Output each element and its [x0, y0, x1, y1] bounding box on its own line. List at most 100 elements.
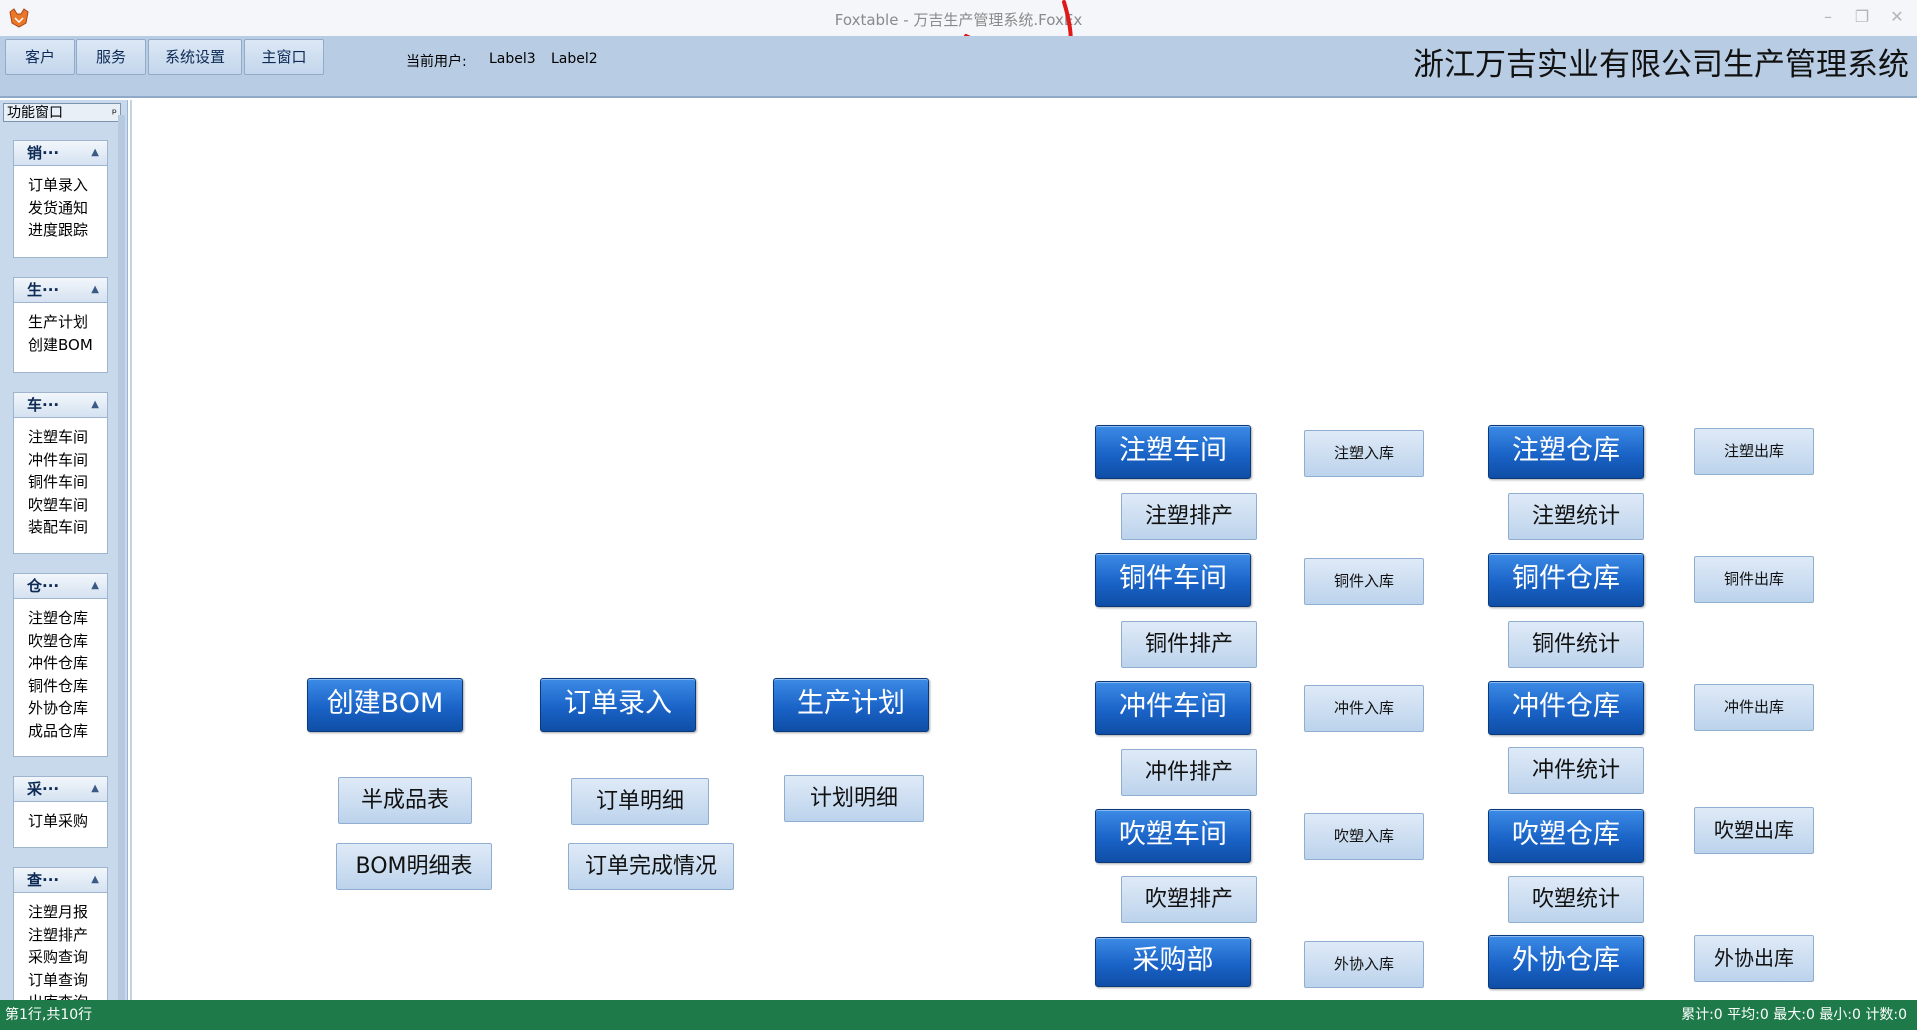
outsource-inbound-button[interactable]: 外协入库 — [1304, 941, 1424, 988]
group-query-title: 查··· — [27, 871, 60, 889]
app-window: Foxtable - 万吉生产管理系统.FoxEx – ❐ ✕ 客户 服务 系统… — [0, 0, 1917, 1030]
group-sales: 销··· ▲ 订单录入 发货通知 进度跟踪 — [13, 140, 108, 258]
nav-item-injection-schedule[interactable]: 注塑排产 — [28, 924, 107, 947]
order-detail-button[interactable]: 订单明细 — [571, 778, 709, 825]
nav-item-purchase-query[interactable]: 采购查询 — [28, 946, 107, 969]
stamping-outbound-button[interactable]: 冲件出库 — [1694, 684, 1814, 731]
nav-item-copper-warehouse[interactable]: 铜件仓库 — [28, 675, 107, 698]
nav-item-injection-monthly[interactable]: 注塑月报 — [28, 901, 107, 924]
create-bom-button[interactable]: 创建BOM — [307, 678, 463, 732]
blow-stats-button[interactable]: 吹塑统计 — [1508, 876, 1644, 923]
order-entry-button[interactable]: 订单录入 — [540, 678, 696, 732]
label3-text: Label3 — [489, 51, 536, 67]
blow-warehouse-button[interactable]: 吹塑仓库 — [1488, 809, 1644, 863]
collapse-caret-icon[interactable]: ▲ — [91, 868, 99, 892]
injection-inbound-button[interactable]: 注塑入库 — [1304, 430, 1424, 477]
panel-scroll-thumb[interactable] — [118, 115, 125, 1000]
nav-item-blow-workshop[interactable]: 吹塑车间 — [28, 494, 107, 517]
group-production: 生··· ▲ 生产计划 创建BOM — [13, 277, 108, 373]
title-bar: Foxtable - 万吉生产管理系统.FoxEx – ❐ ✕ — [0, 0, 1917, 50]
blow-workshop-button[interactable]: 吹塑车间 — [1095, 809, 1251, 863]
nav-item-injection-warehouse[interactable]: 注塑仓库 — [28, 607, 107, 630]
nav-item-copper-workshop[interactable]: 铜件车间 — [28, 471, 107, 494]
injection-warehouse-button[interactable]: 注塑仓库 — [1488, 425, 1644, 479]
production-plan-button[interactable]: 生产计划 — [773, 678, 929, 732]
nav-item-stamping-warehouse[interactable]: 冲件仓库 — [28, 652, 107, 675]
stamping-workshop-button[interactable]: 冲件车间 — [1095, 681, 1251, 735]
collapse-caret-icon[interactable]: ▲ — [91, 278, 99, 302]
group-purchase-header[interactable]: 采··· ▲ — [14, 777, 107, 802]
nav-item-order-entry[interactable]: 订单录入 — [28, 174, 107, 197]
copper-outbound-button[interactable]: 铜件出库 — [1694, 556, 1814, 603]
nav-item-blow-warehouse[interactable]: 吹塑仓库 — [28, 630, 107, 653]
stamping-warehouse-button[interactable]: 冲件仓库 — [1488, 681, 1644, 735]
nav-item-progress-tracking[interactable]: 进度跟踪 — [28, 219, 107, 242]
group-workshop: 车··· ▲ 注塑车间 冲件车间 铜件车间 吹塑车间 装配车间 — [13, 392, 108, 554]
company-title: 浙江万吉实业有限公司生产管理系统 — [1413, 47, 1909, 83]
blow-outbound-button[interactable]: 吹塑出库 — [1694, 807, 1814, 854]
close-button[interactable]: ✕ — [1884, 6, 1910, 28]
copper-schedule-button[interactable]: 铜件排产 — [1121, 621, 1257, 668]
nav-item-finished-warehouse[interactable]: 成品仓库 — [28, 720, 107, 743]
group-query: 查··· ▲ 注塑月报 注塑排产 采购查询 订单查询 出库查询 — [13, 867, 108, 1002]
copper-inbound-button[interactable]: 铜件入库 — [1304, 558, 1424, 605]
service-button[interactable]: 服务 — [76, 39, 146, 75]
nav-item-assembly-workshop[interactable]: 装配车间 — [28, 516, 107, 539]
collapse-caret-icon[interactable]: ▲ — [91, 393, 99, 417]
window-title: Foxtable - 万吉生产管理系统.FoxEx — [834, 11, 1083, 29]
row-status: 第1行,共10行 — [5, 1007, 93, 1023]
copper-workshop-button[interactable]: 铜件车间 — [1095, 553, 1251, 607]
system-settings-button[interactable]: 系统设置 — [148, 39, 242, 75]
nav-item-order-purchase[interactable]: 订单采购 — [28, 810, 107, 833]
injection-schedule-button[interactable]: 注塑排产 — [1121, 493, 1257, 540]
copper-stats-button[interactable]: 铜件统计 — [1508, 621, 1644, 668]
nav-item-production-plan[interactable]: 生产计划 — [28, 311, 107, 334]
blow-inbound-button[interactable]: 吹塑入库 — [1304, 813, 1424, 860]
panel-scrollbar[interactable] — [118, 115, 125, 1000]
semi-product-table-button[interactable]: 半成品表 — [338, 777, 472, 824]
restore-button[interactable]: ❐ — [1849, 6, 1875, 28]
injection-workshop-button[interactable]: 注塑车间 — [1095, 425, 1251, 479]
purchase-dept-button[interactable]: 采购部 — [1095, 937, 1251, 987]
group-purchase: 采··· ▲ 订单采购 — [13, 776, 108, 848]
collapse-caret-icon[interactable]: ▲ — [91, 141, 99, 165]
stamping-inbound-button[interactable]: 冲件入库 — [1304, 685, 1424, 732]
function-panel: 功能窗口 ᵖ 销··· ▲ 订单录入 发货通知 进度跟踪 生··· ▲ 生产计划 创… — [0, 100, 128, 1002]
blow-schedule-button[interactable]: 吹塑排产 — [1121, 876, 1257, 923]
nav-item-create-bom[interactable]: 创建BOM — [28, 334, 107, 357]
plan-detail-button[interactable]: 计划明细 — [784, 775, 924, 822]
function-panel-header: 功能窗口 ᵖ — [3, 103, 121, 122]
current-user-label: 当前用户: — [406, 54, 467, 70]
minimize-button[interactable]: – — [1815, 6, 1841, 28]
nav-item-stamping-workshop[interactable]: 冲件车间 — [28, 449, 107, 472]
injection-outbound-button[interactable]: 注塑出库 — [1694, 428, 1814, 475]
order-completion-button[interactable]: 订单完成情况 — [568, 843, 734, 890]
customer-button[interactable]: 客户 — [5, 39, 75, 75]
stamping-stats-button[interactable]: 冲件统计 — [1508, 747, 1644, 794]
group-warehouse-title: 仓··· — [27, 577, 60, 595]
group-purchase-title: 采··· — [27, 780, 60, 798]
group-sales-title: 销··· — [27, 144, 60, 162]
group-production-header[interactable]: 生··· ▲ — [14, 278, 107, 303]
nav-item-ship-notice[interactable]: 发货通知 — [28, 197, 107, 220]
pin-icon[interactable]: ᵖ — [112, 104, 117, 123]
group-query-header[interactable]: 查··· ▲ — [14, 868, 107, 893]
copper-warehouse-button[interactable]: 铜件仓库 — [1488, 553, 1644, 607]
nav-item-order-query[interactable]: 订单查询 — [28, 969, 107, 992]
group-sales-header[interactable]: 销··· ▲ — [14, 141, 107, 166]
group-warehouse-header[interactable]: 仓··· ▲ — [14, 574, 107, 599]
group-warehouse: 仓··· ▲ 注塑仓库 吹塑仓库 冲件仓库 铜件仓库 外协仓库 成品仓库 — [13, 573, 108, 757]
collapse-caret-icon[interactable]: ▲ — [91, 574, 99, 598]
group-workshop-title: 车··· — [27, 396, 60, 414]
label2-text: Label2 — [551, 51, 598, 67]
stamping-schedule-button[interactable]: 冲件排产 — [1121, 749, 1257, 796]
bom-detail-button[interactable]: BOM明细表 — [336, 843, 492, 890]
group-workshop-header[interactable]: 车··· ▲ — [14, 393, 107, 418]
main-window-button[interactable]: 主窗口 — [244, 39, 324, 75]
collapse-caret-icon[interactable]: ▲ — [91, 777, 99, 801]
outsource-warehouse-button[interactable]: 外协仓库 — [1488, 935, 1644, 989]
injection-stats-button[interactable]: 注塑统计 — [1508, 493, 1644, 540]
outsource-outbound-button[interactable]: 外协出库 — [1694, 935, 1814, 982]
nav-item-injection-workshop[interactable]: 注塑车间 — [28, 426, 107, 449]
nav-item-outsource-warehouse[interactable]: 外协仓库 — [28, 697, 107, 720]
